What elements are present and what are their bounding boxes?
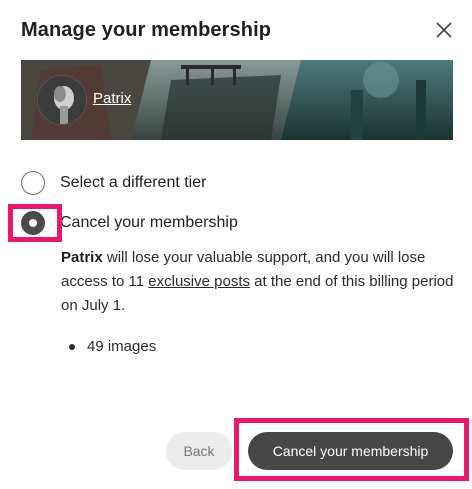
creator-name: Patrix xyxy=(61,249,103,266)
creator-banner: Patrix xyxy=(21,60,453,140)
bullet-icon xyxy=(69,343,75,350)
radio-cancel-membership[interactable] xyxy=(21,211,45,235)
benefit-list-item: 49 images xyxy=(69,338,156,355)
option-cancel-membership[interactable]: Cancel your membership xyxy=(21,211,238,235)
benefit-text: 49 images xyxy=(87,338,157,355)
back-button[interactable]: Back xyxy=(166,432,232,470)
cancel-description: Patrix will lose your valuable support, … xyxy=(61,246,461,318)
option-label: Select a different tier xyxy=(60,174,207,191)
exclusive-posts-link[interactable]: exclusive posts xyxy=(148,273,250,290)
option-select-different-tier[interactable]: Select a different tier xyxy=(21,171,206,195)
cancel-membership-button[interactable]: Cancel your membership xyxy=(248,432,453,470)
creator-avatar[interactable] xyxy=(37,75,87,125)
creator-name-link[interactable]: Patrix xyxy=(93,90,131,107)
option-label: Cancel your membership xyxy=(60,214,238,231)
close-icon[interactable] xyxy=(434,20,454,40)
radio-select-tier[interactable] xyxy=(21,171,45,195)
dialog-title: Manage your membership xyxy=(21,19,272,41)
